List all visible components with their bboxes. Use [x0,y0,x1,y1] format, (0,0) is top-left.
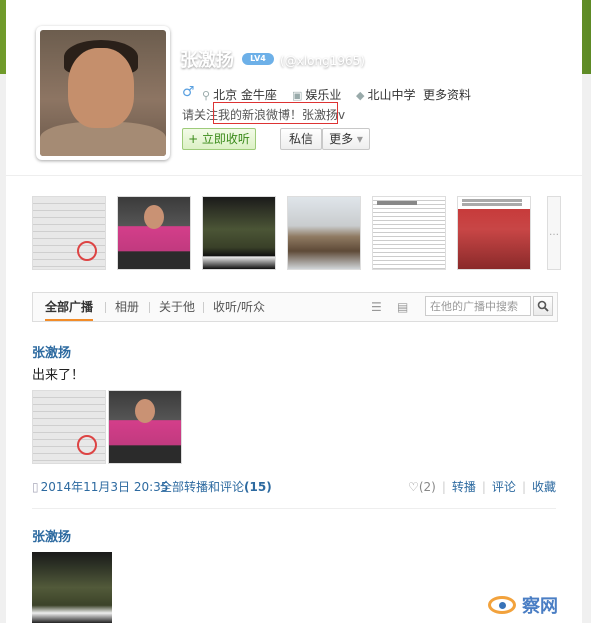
tab-about[interactable]: 关于他 [159,293,195,321]
photo-thumb[interactable] [202,196,276,270]
search-icon [537,300,549,312]
favorite-button[interactable]: 收藏 [532,480,556,494]
eye-logo-icon [488,596,516,614]
search-button[interactable] [533,296,553,316]
all-forwards-link[interactable]: 全部转播和评论(15) [160,478,272,495]
more-info-link[interactable]: 更多资料 [423,86,471,103]
post-actions: ♡(2) | 转播 | 评论 | 收藏 [408,480,556,494]
post-author[interactable]: 张激扬 [32,342,71,361]
tab-album[interactable]: 相册 [115,293,139,321]
photo-thumb[interactable] [287,196,361,270]
school-info[interactable]: ◆ 北山中学 [356,86,415,103]
avatar[interactable] [36,26,170,160]
post-divider [32,508,556,509]
post-text: 出来了！ [32,368,85,383]
feed-tabs: 全部广播 相册 关于他 收听/听众 ☰ ▤ 在他的广播中搜索 [32,292,558,322]
tab-followers[interactable]: 收听/听众 [213,293,265,321]
photo-thumb[interactable] [372,196,446,270]
grid-view-icon[interactable]: ▤ [397,300,408,314]
avatar-photo [40,30,166,156]
gender-icon: ♂ [182,84,195,100]
follow-button[interactable]: + 立即收听 [182,128,256,150]
search-input[interactable]: 在他的广播中搜索 [425,296,531,316]
chevron-down-icon: ▾ [356,132,363,146]
post-image[interactable] [108,390,182,464]
location-info[interactable]: ⚲ 北京 金牛座 [202,86,277,103]
site-watermark-logo: 察网 [486,590,586,620]
post-meta: ▯ 2014年11月3日 20:35 全部转播和评论(15) ♡(2) | 转播 | 评论… [32,478,556,494]
photo-strip-more-button[interactable]: … [547,196,561,270]
list-view-icon[interactable]: ☰ [371,300,382,314]
post-image[interactable] [32,552,112,623]
clock-icon: ▯ [32,480,39,494]
industry-info[interactable]: ▣ 娱乐业 [292,86,341,103]
profile-handle: (@xlong1965) [280,54,365,68]
photo-thumb[interactable] [457,196,531,270]
briefcase-icon: ▣ [292,89,303,102]
more-button[interactable]: 更多 ▾ [322,128,370,150]
post-author[interactable]: 张激扬 [32,526,71,545]
forward-button[interactable]: 转播 [452,480,476,494]
level-badge[interactable]: LV4 [242,53,274,65]
graduation-cap-icon: ◆ [356,89,365,102]
location-pin-icon: ⚲ [202,89,211,102]
photo-thumb[interactable] [117,196,191,270]
comment-button[interactable]: 评论 [492,480,516,494]
photo-thumb[interactable] [32,196,106,270]
post-image[interactable] [32,390,106,464]
tab-all-broadcasts[interactable]: 全部广播 [45,293,94,321]
message-button[interactable]: 私信 [280,128,322,150]
post-time[interactable]: ▯ 2014年11月3日 20:35 [32,478,168,495]
header-divider [6,175,582,176]
bio-highlight-box [213,102,338,124]
heart-icon: ♡ [408,480,419,494]
profile-name: 张激扬 [180,50,234,71]
profile-card: 张激扬 LV4 (@xlong1965) ♂ ⚲ 北京 金牛座 ▣ 娱乐业 ◆ 北山中… [6,0,582,623]
like-button[interactable]: ♡(2) [408,480,436,494]
